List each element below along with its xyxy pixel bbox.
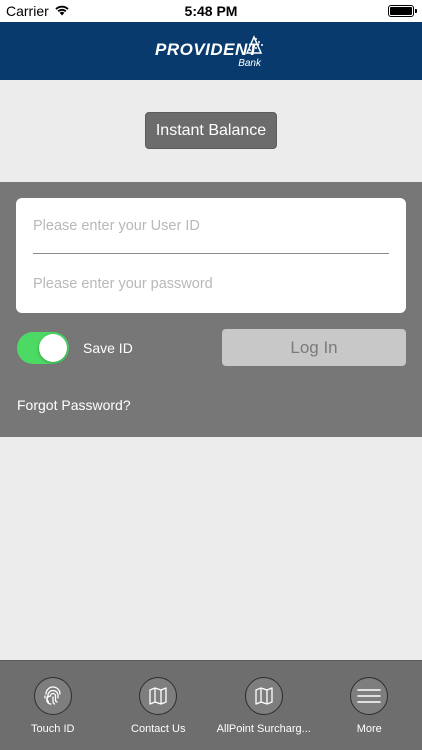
tab-allpoint[interactable]: AllPoint Surcharg... bbox=[211, 661, 317, 750]
status-time: 5:48 PM bbox=[184, 3, 238, 19]
save-id-toggle[interactable] bbox=[17, 332, 69, 364]
map-icon bbox=[139, 677, 178, 715]
user-id-field-wrapper bbox=[33, 198, 389, 254]
fingerprint-icon bbox=[33, 677, 72, 715]
logo-subtext: Bank bbox=[238, 58, 261, 69]
user-id-input[interactable] bbox=[33, 217, 389, 234]
app-header: PROVIDENT Bank bbox=[0, 22, 422, 80]
tab-label-touch-id: Touch ID bbox=[31, 723, 75, 735]
tab-label-contact-us: Contact Us bbox=[131, 723, 186, 735]
login-panel: Save ID Log In Forgot Password? bbox=[0, 182, 422, 437]
forgot-password-link[interactable]: Forgot Password? bbox=[17, 397, 131, 413]
battery-icon bbox=[388, 5, 417, 17]
tab-touch-id[interactable]: Touch ID bbox=[0, 661, 106, 750]
menu-icon bbox=[350, 677, 389, 715]
password-field-wrapper bbox=[33, 256, 389, 312]
tab-more[interactable]: More bbox=[317, 661, 422, 750]
provident-bank-logo: PROVIDENT Bank bbox=[155, 31, 267, 71]
tab-contact-us[interactable]: Contact Us bbox=[106, 661, 212, 750]
status-bar: Carrier 5:48 PM bbox=[0, 0, 422, 22]
save-id-label: Save ID bbox=[83, 340, 133, 356]
credentials-card bbox=[16, 198, 406, 313]
instant-balance-section: Instant Balance bbox=[0, 80, 422, 182]
login-button[interactable]: Log In bbox=[222, 329, 406, 366]
tab-label-allpoint: AllPoint Surcharg... bbox=[216, 723, 311, 735]
map-icon bbox=[244, 677, 283, 715]
toggle-knob bbox=[39, 334, 67, 362]
instant-balance-button[interactable]: Instant Balance bbox=[145, 112, 277, 149]
password-input[interactable] bbox=[33, 276, 389, 292]
tab-label-more: More bbox=[356, 723, 382, 735]
tab-bar: Touch ID Contact Us AllPoint Surcharg...… bbox=[0, 660, 422, 750]
logo-mark-icon bbox=[245, 35, 263, 54]
